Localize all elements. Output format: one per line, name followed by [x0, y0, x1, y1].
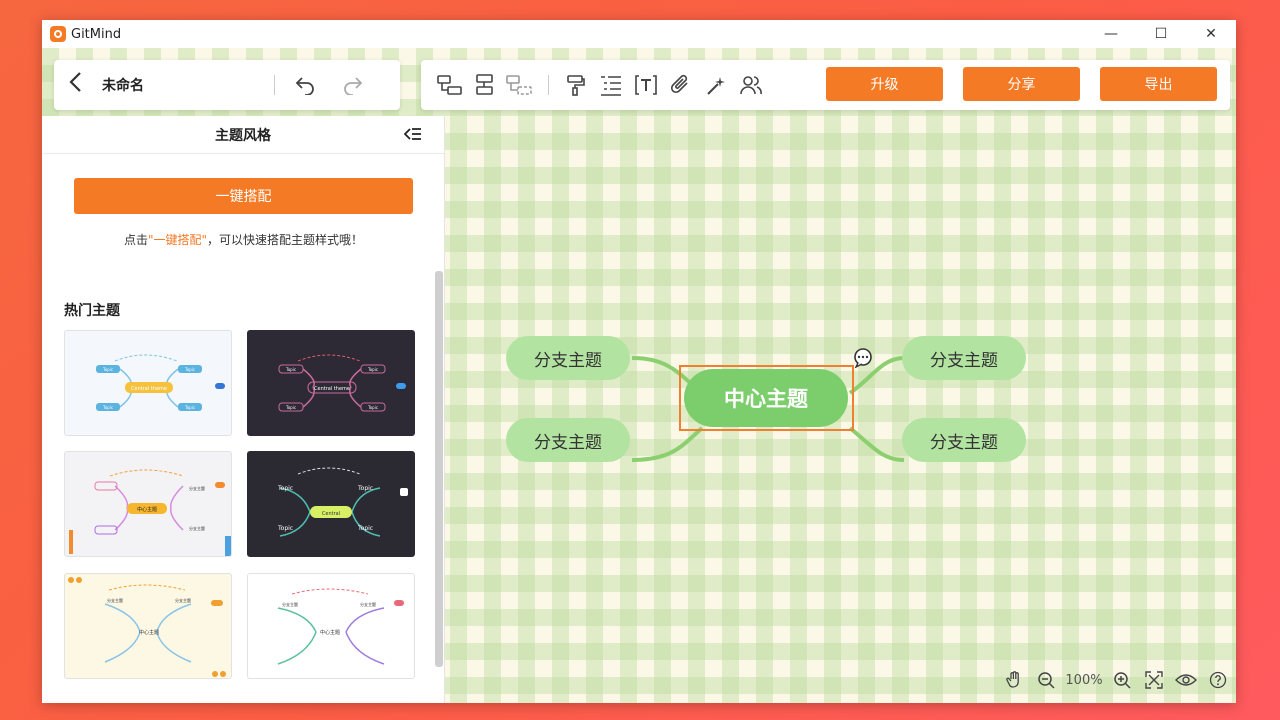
- attachment-icon[interactable]: [664, 68, 698, 102]
- summary-topic-icon[interactable]: [503, 68, 537, 102]
- format-painter-icon[interactable]: [559, 68, 593, 102]
- gitmind-logo-icon: [50, 26, 66, 42]
- theme-card-dark-green[interactable]: Central Topic Topic Topic Topic: [247, 451, 415, 557]
- theme-3-topic-1: 分支主题: [189, 485, 205, 491]
- theme-card-dark-pink[interactable]: Central theme Topic Topic Topic Topic: [247, 330, 415, 436]
- theme-2-topic-1: Topic: [285, 367, 296, 372]
- export-button[interactable]: 导出: [1100, 67, 1217, 101]
- back-button[interactable]: [68, 71, 90, 99]
- maximize-button[interactable]: ☐: [1136, 20, 1186, 48]
- theme-2-topic-2: Topic: [285, 405, 296, 410]
- theme-6-topic-2: 分支主题: [360, 601, 376, 607]
- panel-header: 主题风格: [42, 116, 444, 154]
- undo-icon: [295, 77, 314, 95]
- theme-3-center-label: 中心主题: [137, 506, 157, 513]
- share-button[interactable]: 分享: [963, 67, 1080, 101]
- branch-node-bottom-right[interactable]: 分支主题: [902, 418, 1026, 462]
- theme-6-center-label: 中心主题: [320, 629, 340, 636]
- hand-tool-icon[interactable]: [998, 671, 1030, 689]
- child-topic-icon[interactable]: [433, 68, 467, 102]
- theme-4-center-label: Central: [322, 511, 340, 517]
- line-bottom-left: [631, 426, 704, 462]
- theme-5-topic-2: 分支主题: [175, 597, 191, 603]
- doc-header: 未命名: [54, 60, 400, 110]
- hint-suffix: ，可以快速搭配主题样式哦！: [207, 233, 364, 247]
- preview-eye-icon[interactable]: [1170, 672, 1202, 688]
- hint-prefix: 点击: [123, 233, 148, 247]
- one-click-match-button[interactable]: 一键搭配: [74, 178, 413, 214]
- theme-2-topic-4: Topic: [367, 405, 378, 410]
- theme-card-gradient-white[interactable]: 中心主题 分支主题 分支主题: [247, 573, 415, 679]
- center-topic-node[interactable]: 中心主题: [684, 369, 848, 427]
- close-button[interactable]: ✕: [1186, 20, 1236, 48]
- redo-button[interactable]: [335, 67, 371, 103]
- theme-4-topic-4: Topic: [357, 525, 373, 532]
- theme-1-center-label: Central theme: [131, 386, 167, 392]
- undo-button[interactable]: [287, 67, 323, 103]
- hint-highlight: "一键搭配": [147, 233, 208, 247]
- panel-title: 主题风格: [215, 127, 271, 144]
- theme-6-topic-1: 分支主题: [282, 601, 298, 607]
- sibling-topic-icon[interactable]: [468, 68, 502, 102]
- app-window: GitMind — ☐ ✕ 未命名 升级 分享 导出 主题风格 一键搭配 点击"…: [42, 20, 1236, 703]
- text-icon[interactable]: [629, 68, 663, 102]
- theme-1-topic-1: Topic: [102, 367, 113, 372]
- collaborators-icon[interactable]: [734, 68, 768, 102]
- collapse-panel-icon[interactable]: [403, 127, 422, 145]
- fit-screen-icon[interactable]: [1138, 671, 1170, 689]
- theme-4-topic-3: Topic: [357, 485, 373, 492]
- theme-5-center-label: 中心主题: [139, 629, 159, 636]
- theme-card-warm-yellow[interactable]: 中心主题 分支主题 分支主题: [64, 573, 232, 679]
- panel-scrollbar[interactable]: [435, 271, 443, 667]
- branch-node-top-right[interactable]: 分支主题: [902, 336, 1026, 380]
- app-title: GitMind: [71, 26, 122, 42]
- help-icon[interactable]: [1202, 671, 1234, 689]
- chevron-left-icon: [69, 72, 81, 92]
- toolbar-divider: [548, 75, 549, 95]
- theme-card-light-blue[interactable]: Central theme Topic Topic Topic Topic: [64, 330, 232, 436]
- status-bar: 100%: [998, 669, 1234, 691]
- toolbar: 升级 分享 导出: [421, 60, 1230, 110]
- popular-themes-title: 热门主题: [64, 303, 120, 319]
- title-bar: GitMind — ☐ ✕: [42, 20, 1236, 48]
- magic-icon[interactable]: [699, 68, 733, 102]
- branch-node-bottom-left[interactable]: 分支主题: [506, 418, 630, 462]
- theme-2-topic-3: Topic: [367, 367, 378, 372]
- hint-text: 点击"一键搭配"，可以快速搭配主题样式哦！: [42, 231, 445, 248]
- line-bottom-right: [848, 426, 905, 462]
- upgrade-button[interactable]: 升级: [826, 67, 943, 101]
- theme-card-rainbow[interactable]: 中心主题 分支主题 分支主题: [64, 451, 232, 557]
- outline-icon[interactable]: [594, 68, 628, 102]
- theme-4-topic-2: Topic: [277, 525, 293, 532]
- minimize-button[interactable]: —: [1086, 20, 1136, 48]
- theme-1-topic-2: Topic: [102, 405, 113, 410]
- zoom-in-icon[interactable]: [1106, 671, 1138, 689]
- branch-node-top-left[interactable]: 分支主题: [506, 336, 630, 380]
- theme-1-topic-3: Topic: [184, 367, 195, 372]
- divider: [274, 75, 275, 95]
- zoom-level: 100%: [1065, 672, 1103, 688]
- comment-icon[interactable]: [852, 348, 874, 372]
- theme-3-topic-2: 分支主题: [189, 525, 205, 531]
- redo-icon: [344, 77, 363, 95]
- document-title[interactable]: 未命名: [102, 75, 262, 95]
- theme-4-topic-1: Topic: [277, 485, 293, 492]
- theme-5-topic-1: 分支主题: [107, 597, 123, 603]
- zoom-out-icon[interactable]: [1030, 671, 1062, 689]
- theme-2-center-label: Central theme: [314, 386, 350, 392]
- theme-1-topic-4: Topic: [184, 405, 195, 410]
- theme-panel: 主题风格 一键搭配 点击"一键搭配"，可以快速搭配主题样式哦！ 热门主题 Cen…: [42, 116, 445, 703]
